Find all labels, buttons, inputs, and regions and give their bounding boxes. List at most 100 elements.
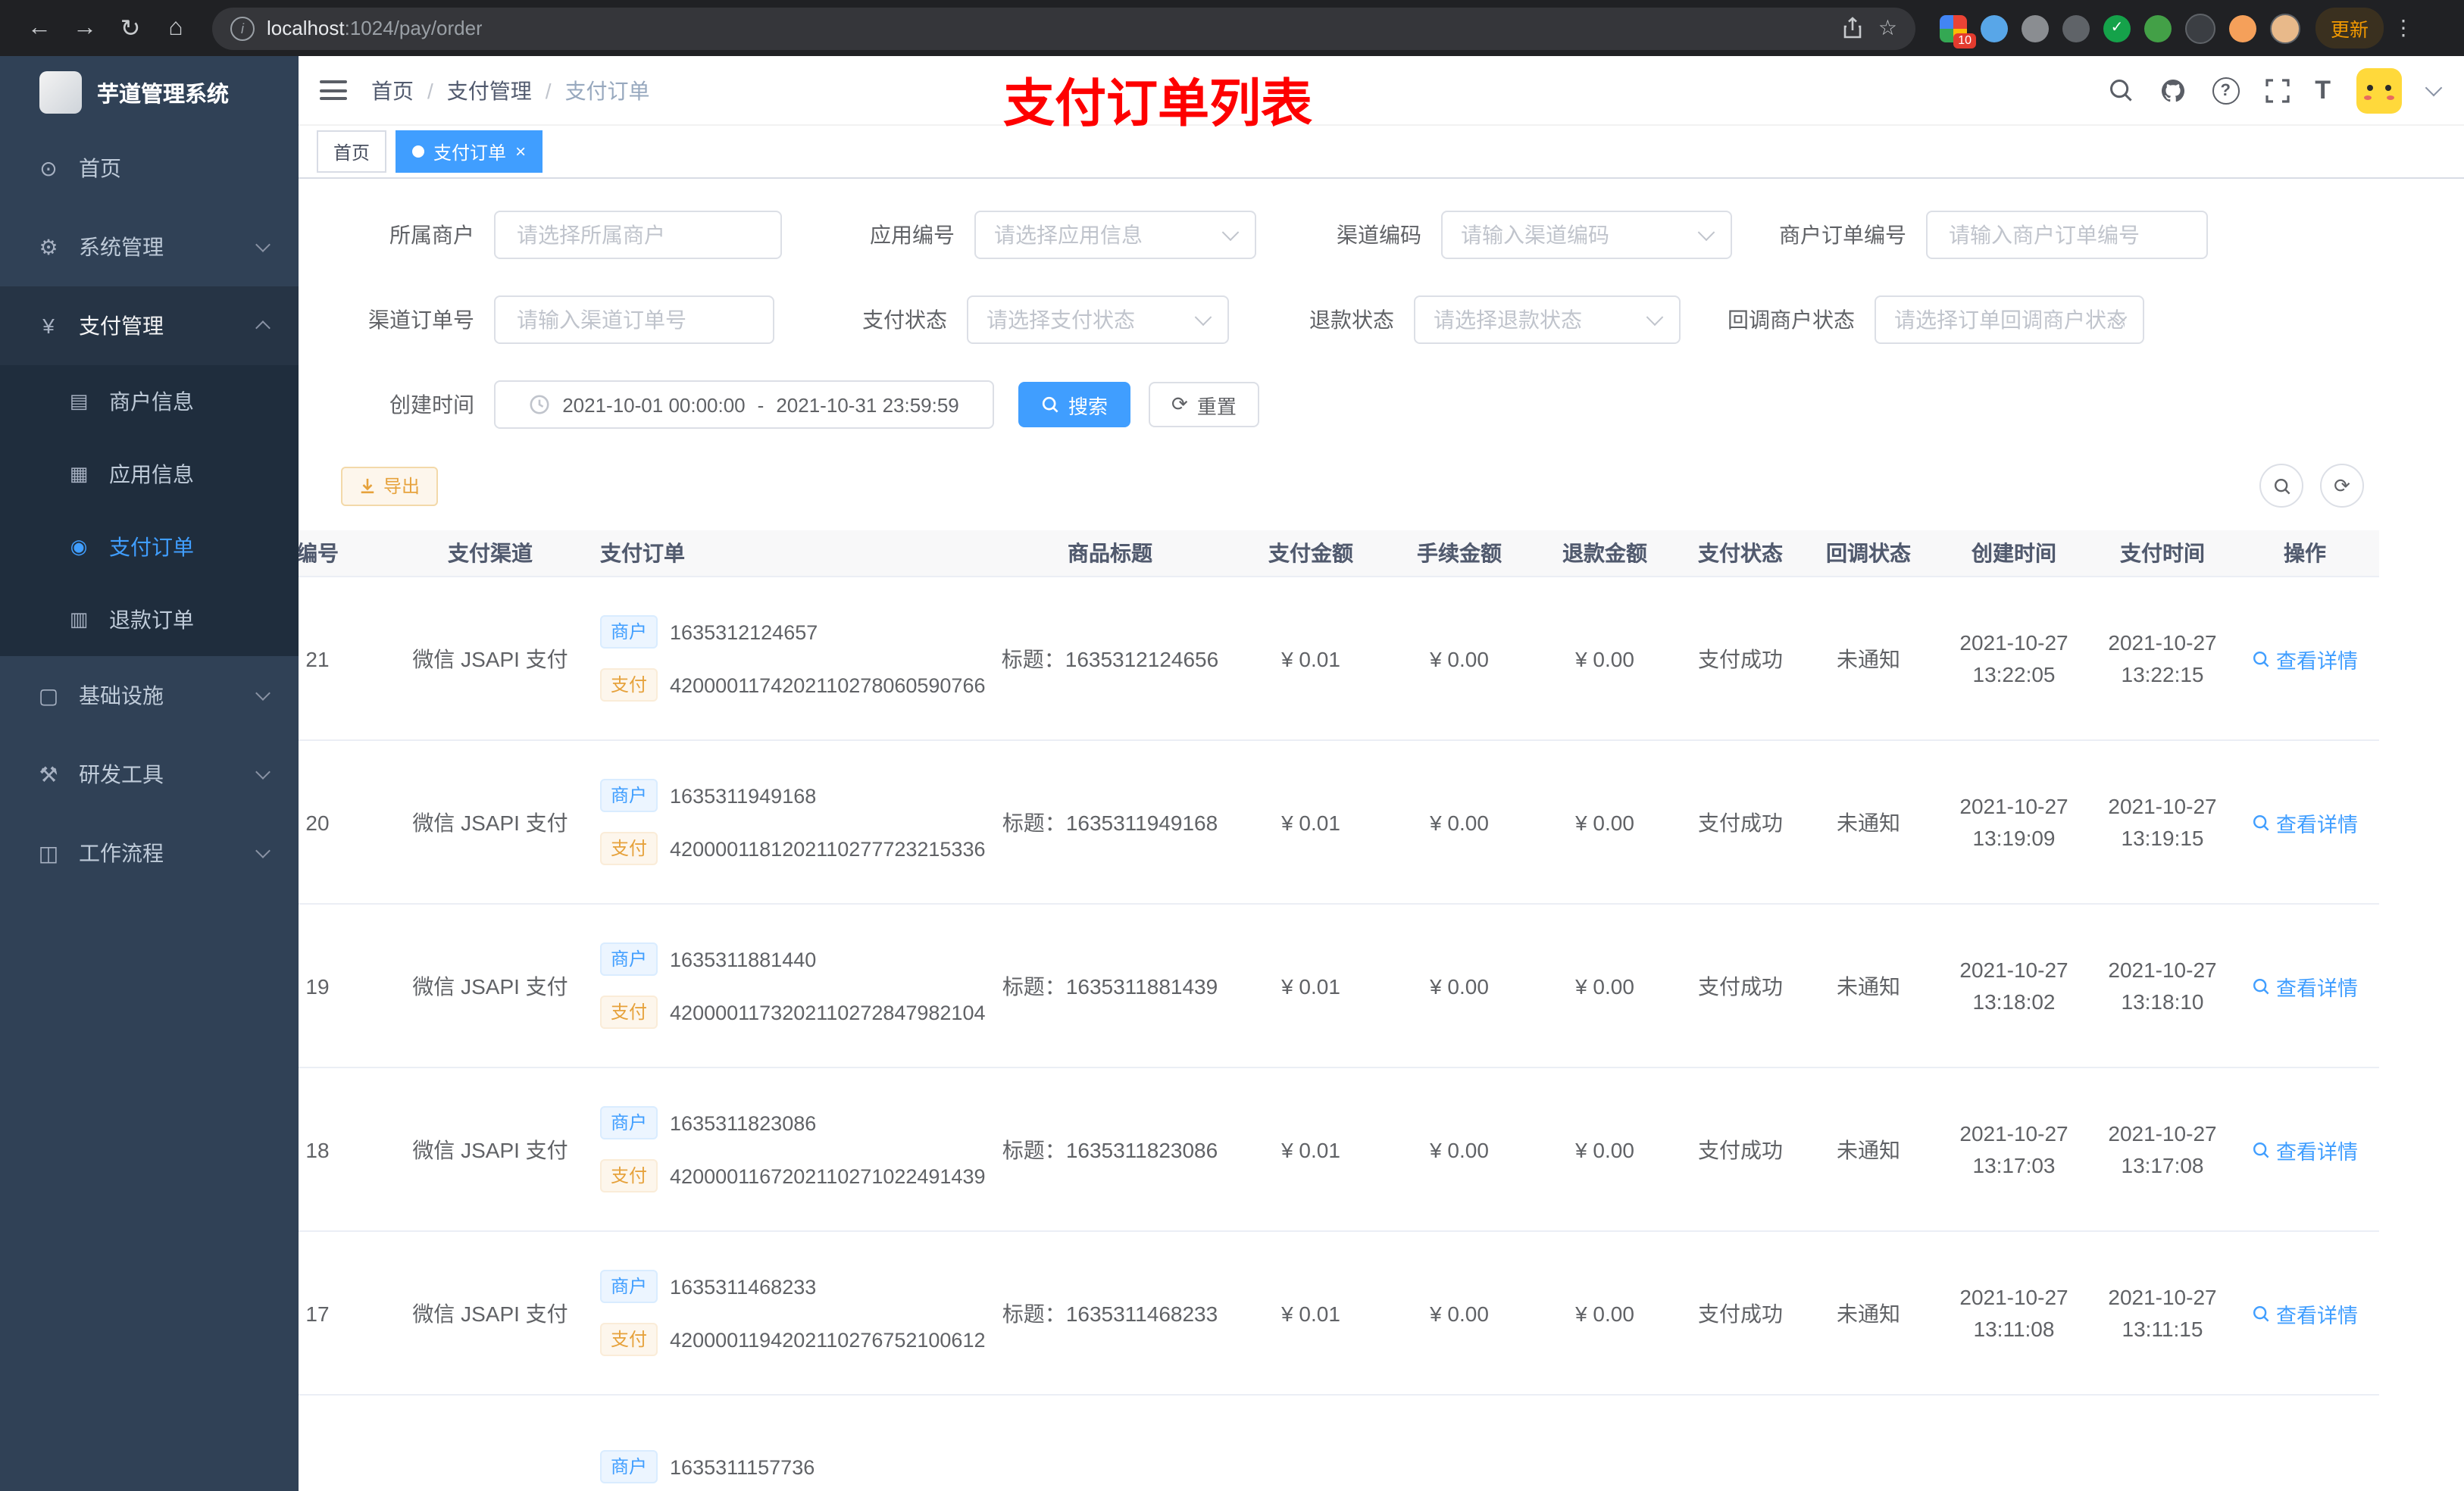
- browser-home-icon[interactable]: ⌂: [155, 7, 197, 49]
- extension-icon-face[interactable]: [2229, 14, 2256, 42]
- table-row: 20 微信 JSAPI 支付 商户 1635311949168 支付 42000…: [299, 741, 2379, 905]
- reset-button[interactable]: ⟳ 重置: [1149, 382, 1259, 427]
- page-title-annotation: 支付订单列表: [1003, 76, 1312, 133]
- sidebar-logo[interactable]: 芋道管理系统: [0, 56, 299, 129]
- cell-id: 20: [305, 810, 330, 834]
- sidebar-item-payment[interactable]: ¥ 支付管理: [0, 286, 299, 365]
- extension-icon-blue[interactable]: [1981, 14, 2008, 42]
- tab-label: 首页: [333, 142, 371, 163]
- product-title: 1635312124656: [1065, 646, 1219, 670]
- close-icon[interactable]: ×: [515, 142, 526, 161]
- sidebar-item-label: 研发工具: [79, 762, 164, 786]
- sidebar-item-app-info[interactable]: ▦ 应用信息: [0, 438, 299, 511]
- view-detail-link[interactable]: 查看详情: [2252, 807, 2358, 837]
- tab-pay-order[interactable]: 支付订单 ×: [396, 130, 543, 173]
- site-info-icon[interactable]: i: [230, 16, 255, 40]
- search-icon: [2274, 478, 2290, 494]
- cell-fee: ¥ 0.00: [1430, 1301, 1489, 1325]
- channel-order-input[interactable]: [494, 295, 774, 344]
- sidebar-item-label: 支付管理: [79, 314, 164, 338]
- cell-order: 商户 1635311157736 支付: [576, 1450, 985, 1491]
- refund-status-select[interactable]: 请选择退款状态: [1414, 295, 1681, 344]
- browser-menu-icon[interactable]: ⋮: [2387, 15, 2420, 41]
- merchant-order-input[interactable]: [1926, 211, 2208, 259]
- pay-order-no: 4200001167202110271022491439: [670, 1164, 986, 1187]
- address-bar[interactable]: i localhost:1024/pay/order ☆: [212, 7, 1915, 49]
- merchant-input[interactable]: [494, 211, 782, 259]
- chevron-down-icon: [255, 686, 270, 701]
- sidebar-item-system[interactable]: ⚙ 系统管理: [0, 208, 299, 286]
- export-button[interactable]: 导出: [341, 466, 439, 505]
- share-icon[interactable]: [1843, 17, 1863, 39]
- pay-status-select[interactable]: 请选择支付状态: [967, 295, 1229, 344]
- refresh-table-button[interactable]: ⟳: [2320, 464, 2364, 508]
- browser-back-icon[interactable]: ←: [18, 7, 61, 49]
- circle-dot-icon: ◉: [70, 535, 88, 558]
- cell-actions: 查看详情: [2231, 971, 2379, 1001]
- fullscreen-icon[interactable]: [2265, 78, 2289, 102]
- cell-refund: ¥ 0.00: [1575, 646, 1634, 670]
- pay-tag: 支付: [600, 1323, 658, 1356]
- cell-title: 标题：1635311949168: [985, 807, 1235, 837]
- cell-order: 商户 1635311949168 支付 42000011812021102777…: [576, 779, 986, 865]
- extension-icon-dark[interactable]: [2185, 13, 2215, 43]
- breadcrumb-payment[interactable]: 支付管理: [447, 75, 532, 105]
- col-refund: 退款金额: [1562, 541, 1647, 565]
- create-time-range[interactable]: 2021-10-01 00:00:00 - 2021-10-31 23:59:5…: [494, 380, 994, 429]
- cell-order: 商户 1635312124657 支付 42000011742021102780…: [576, 615, 986, 702]
- cell-create-time: 2021-10-27 13:19:09: [1959, 793, 2068, 849]
- view-detail-link[interactable]: 查看详情: [2252, 643, 2358, 674]
- app-label: 应用编号: [870, 223, 955, 247]
- extension-icon-dim[interactable]: [2062, 14, 2090, 42]
- font-size-icon[interactable]: T: [2315, 75, 2331, 105]
- merchant-tag: 商户: [600, 1106, 658, 1139]
- github-icon[interactable]: [2159, 77, 2186, 104]
- sidebar-item-pay-order[interactable]: ◉ 支付订单: [0, 511, 299, 583]
- avatar[interactable]: [2356, 67, 2402, 113]
- sidebar-item-devtools[interactable]: ⚒ 研发工具: [0, 735, 299, 814]
- tab-home[interactable]: 首页: [317, 130, 387, 173]
- tabs-bar: 首页 支付订单 ×: [299, 126, 2464, 179]
- browser-forward-icon[interactable]: →: [64, 7, 106, 49]
- extension-icon-green[interactable]: [2144, 14, 2172, 42]
- sidebar-item-home[interactable]: ⊙ 首页: [0, 129, 299, 208]
- browser-profile-avatar[interactable]: [2270, 13, 2300, 43]
- bookmark-star-icon[interactable]: ☆: [1878, 15, 1897, 41]
- app-select[interactable]: 请选择应用信息: [974, 211, 1256, 259]
- avatar-dropdown-icon[interactable]: [2425, 78, 2443, 96]
- help-icon[interactable]: ?: [2212, 77, 2240, 104]
- browser-update-button[interactable]: 更新: [2315, 8, 2384, 48]
- notify-status-select[interactable]: 请选择订单回调商户状态: [1875, 295, 2144, 344]
- sidebar-item-infra[interactable]: ▢ 基础设施: [0, 656, 299, 735]
- cell-pay-time: 2021-10-27 13:22:15: [2108, 630, 2217, 686]
- pay-tag: 支付: [600, 668, 658, 702]
- product-title: 1635311881439: [1065, 974, 1218, 998]
- extension-icon-gray[interactable]: [2022, 14, 2049, 42]
- cell-fee: ¥ 0.00: [1430, 974, 1489, 998]
- extension-icon-check[interactable]: ✓: [2103, 14, 2131, 42]
- channel-code-select[interactable]: 请输入渠道编码: [1441, 211, 1732, 259]
- breadcrumb-home[interactable]: 首页: [371, 75, 414, 105]
- cell-actions: 查看详情: [2231, 1298, 2379, 1328]
- search-icon[interactable]: [2107, 77, 2133, 103]
- product-title: 1635311949168: [1065, 810, 1218, 834]
- merchant-order-no: 1635312124657: [670, 620, 818, 643]
- sidebar-toggle-icon[interactable]: [320, 80, 347, 100]
- view-detail-link[interactable]: 查看详情: [2252, 1134, 2358, 1164]
- sidebar-item-merchant-info[interactable]: ▤ 商户信息: [0, 365, 299, 438]
- view-detail-link[interactable]: 查看详情: [2252, 971, 2358, 1001]
- magnifier-icon: [2253, 1305, 2269, 1321]
- toggle-search-button[interactable]: [2259, 464, 2303, 508]
- cell-order: 商户 1635311823086 支付 42000011672021102710…: [576, 1106, 986, 1192]
- search-button[interactable]: 搜索: [1018, 382, 1131, 427]
- sidebar-item-workflow[interactable]: ◫ 工作流程: [0, 814, 299, 892]
- view-detail-link[interactable]: 查看详情: [2252, 1298, 2358, 1328]
- browser-reload-icon[interactable]: ↻: [109, 7, 152, 49]
- chevron-down-icon: [1646, 308, 1664, 327]
- cell-status: 支付成功: [1698, 1137, 1783, 1161]
- sidebar-item-refund-order[interactable]: ▥ 退款订单: [0, 583, 299, 656]
- title-prefix: 标题：: [1001, 646, 1065, 670]
- cell-refund: ¥ 0.00: [1575, 810, 1634, 834]
- extensions-cluster-icon[interactable]: 10: [1940, 14, 1976, 48]
- chevron-down-icon: [255, 764, 270, 780]
